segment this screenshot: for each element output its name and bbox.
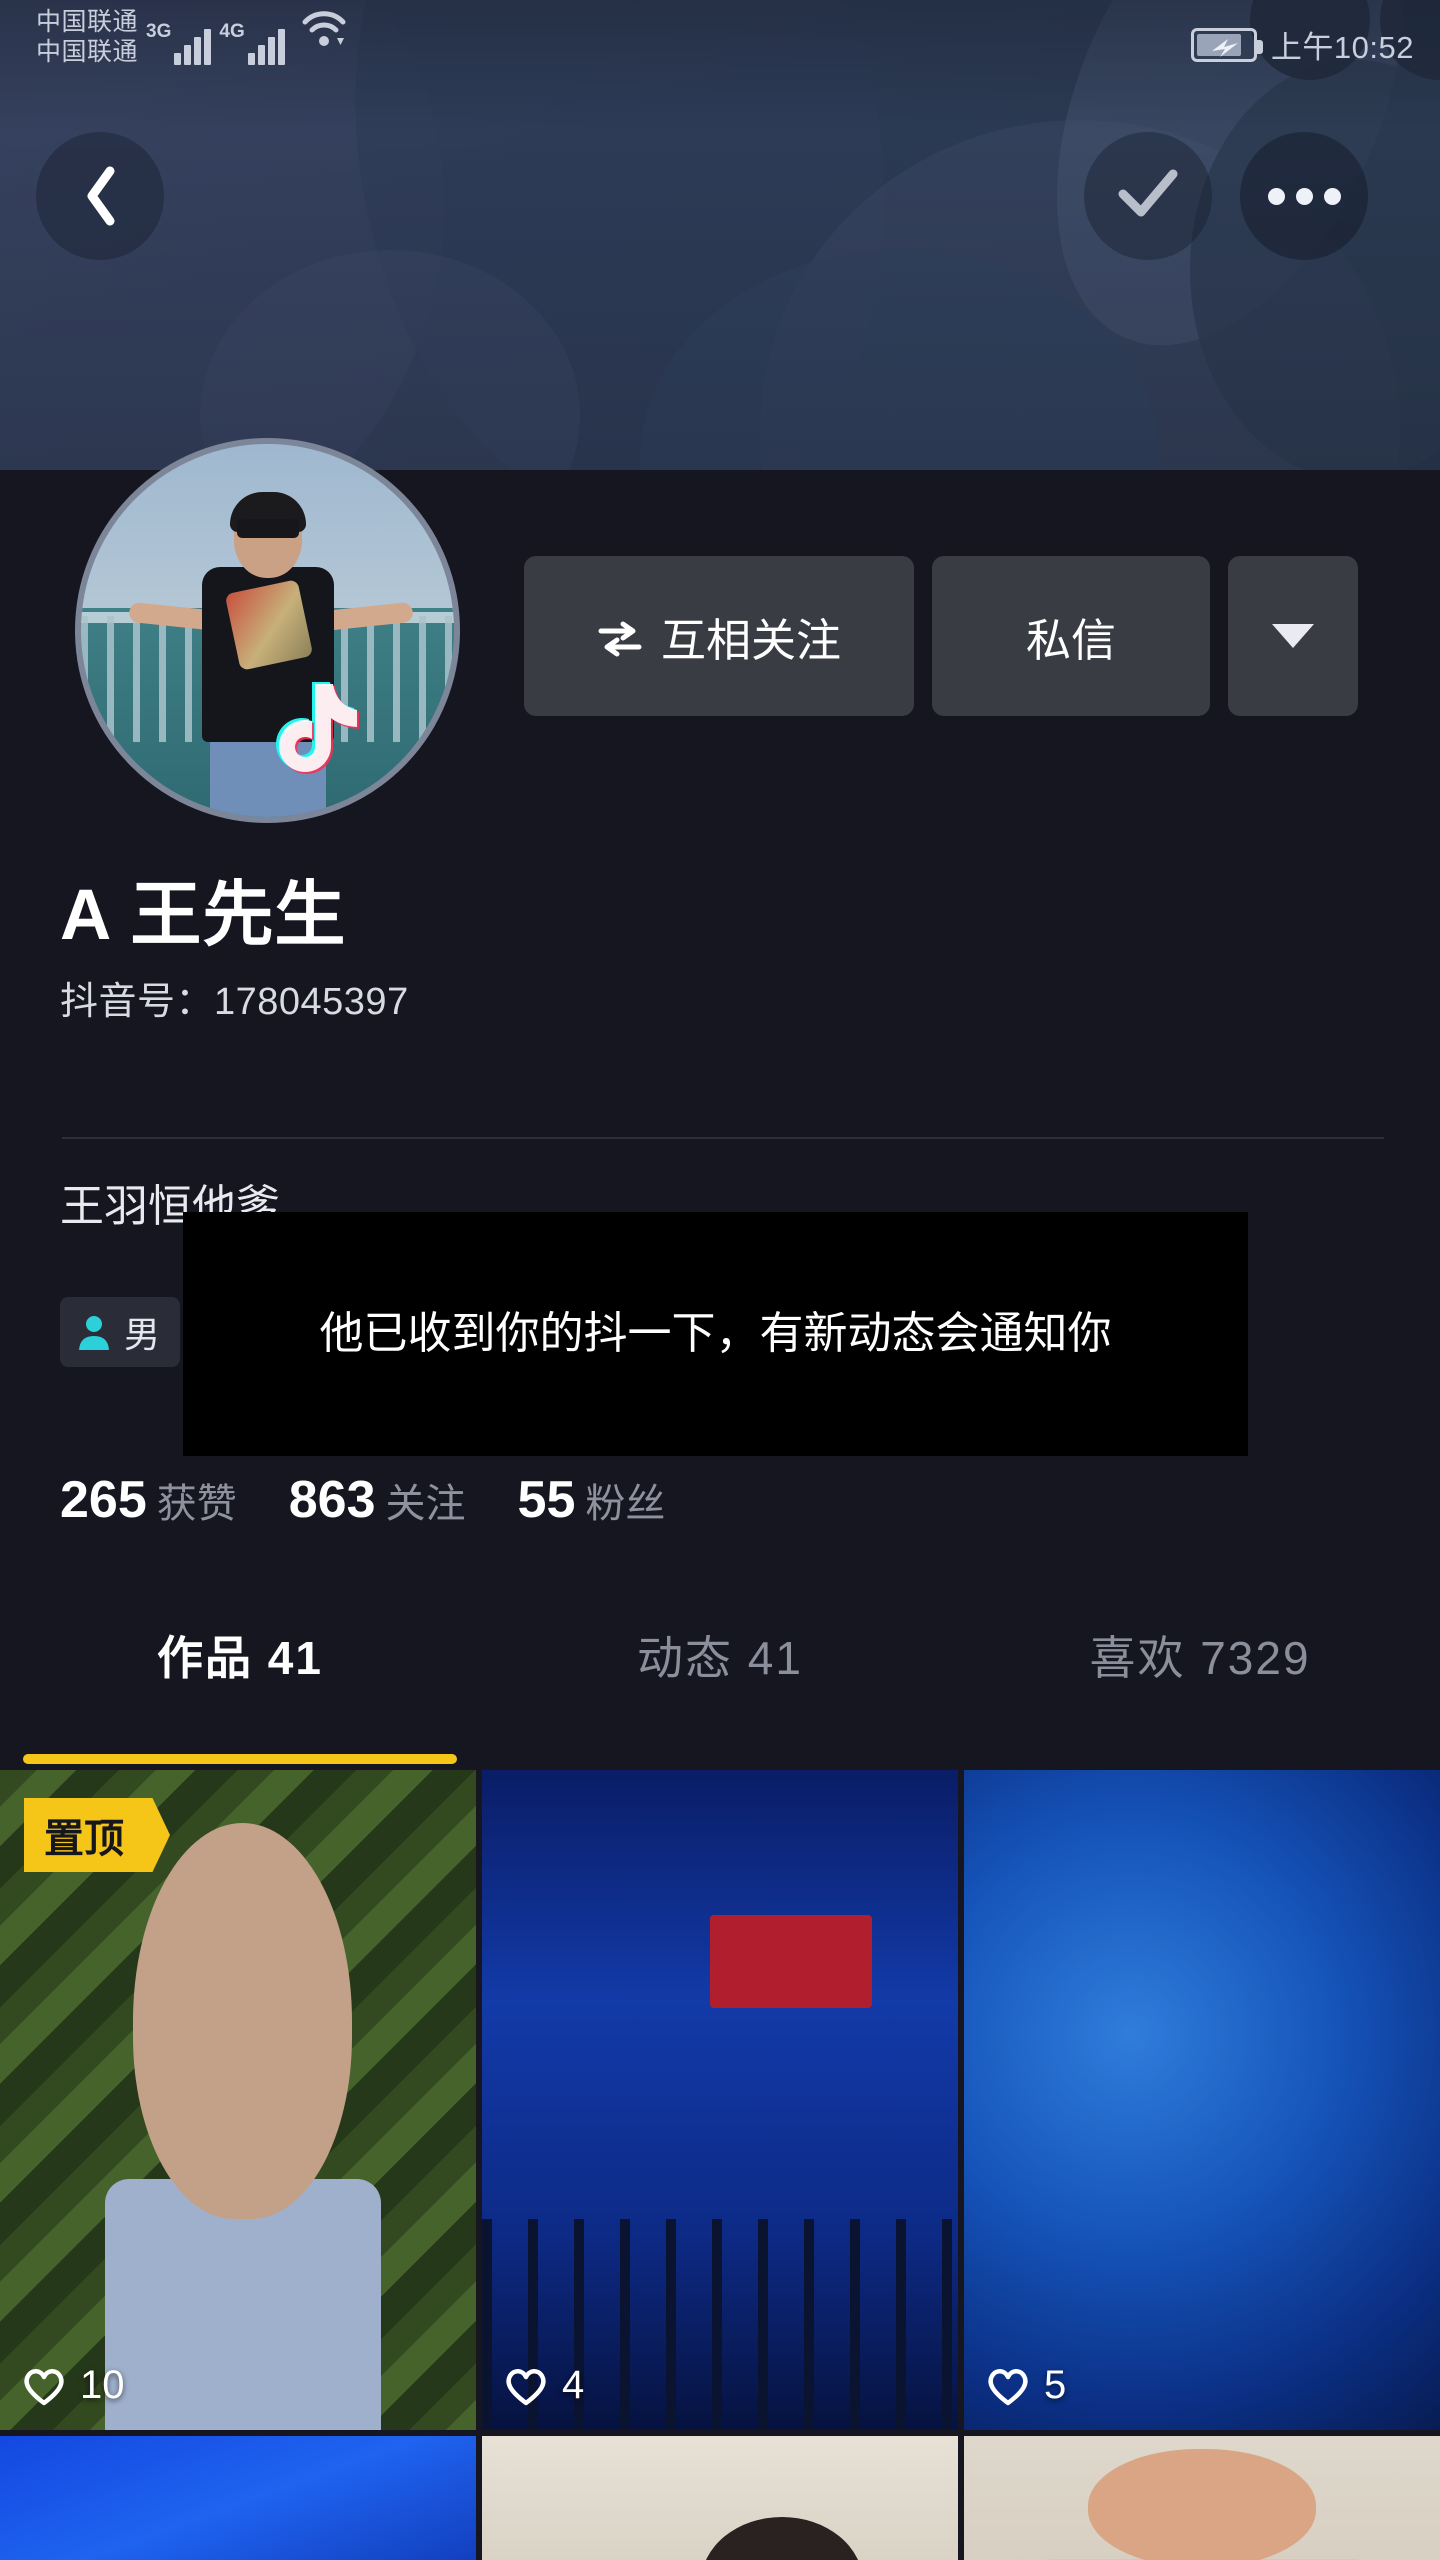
stat-followers-label: 粉丝: [585, 1482, 666, 1526]
more-actions-button[interactable]: [1228, 556, 1358, 716]
status-time: 上午10:52: [1270, 30, 1414, 65]
video-tile[interactable]: 5: [964, 1770, 1440, 2430]
heart-icon: [986, 2366, 1030, 2406]
toast-message: 他已收到你的抖一下，有新动态会通知你: [319, 1309, 1112, 1359]
tab-likes-label: 喜欢 7329: [1089, 1632, 1311, 1684]
toast-notification: 他已收到你的抖一下，有新动态会通知你: [183, 1212, 1248, 1456]
tab-dynamics-label: 动态 41: [637, 1632, 803, 1684]
wifi-icon: [301, 8, 347, 48]
stat-following[interactable]: 863 关注: [289, 1470, 466, 1530]
video-tile[interactable]: [482, 2436, 958, 2560]
top-nav-bar: [0, 110, 1440, 290]
signal-group-1: 3G: [146, 8, 212, 65]
more-dots-icon: [1267, 187, 1341, 205]
tab-active-indicator: [23, 1754, 457, 1764]
douyin-profile-screen: 中国联通 中国联通 3G 4G 上午10:52 互相关注 私信 A 王先生 抖音…: [0, 0, 1440, 2560]
page-title: A 王先生: [60, 876, 347, 955]
douyin-note-icon: [260, 666, 368, 774]
person-icon: [74, 1312, 114, 1352]
like-count: 5: [986, 2363, 1066, 2408]
tab-likes[interactable]: 喜欢 7329: [960, 1590, 1440, 1770]
like-count-value: 5: [1044, 2363, 1067, 2407]
stat-likes[interactable]: 265 获赞: [60, 1470, 237, 1530]
signal-group-2: 4G: [219, 8, 285, 65]
divider: [62, 1137, 1384, 1139]
tab-works-label: 作品 41: [157, 1632, 323, 1684]
mutual-follow-label: 互相关注: [660, 614, 841, 666]
profile-tabs: 作品 41 动态 41 喜欢 7329: [0, 1590, 1440, 1770]
profile-stats: 265 获赞 863 关注 55 粉丝: [60, 1470, 665, 1530]
tab-dynamics[interactable]: 动态 41: [480, 1590, 960, 1770]
message-label: 私信: [1025, 614, 1116, 666]
swap-arrows-icon: [597, 617, 643, 657]
back-button[interactable]: [36, 132, 164, 260]
signal-bars-1: [174, 27, 212, 65]
signal-bars-2: [247, 27, 285, 65]
stat-followers[interactable]: 55 粉丝: [518, 1470, 666, 1530]
check-icon: [1115, 166, 1181, 227]
pinned-badge: 置顶: [24, 1798, 170, 1872]
heart-icon: [22, 2366, 66, 2406]
stat-likes-label: 获赞: [156, 1482, 237, 1526]
message-button[interactable]: 私信: [932, 556, 1210, 716]
video-tile[interactable]: [0, 2436, 476, 2560]
network-type-2: 4G: [219, 21, 245, 42]
douyin-id[interactable]: 抖音号：178045397: [60, 970, 409, 1025]
mutual-follow-button[interactable]: 互相关注: [524, 556, 914, 716]
confirm-button[interactable]: [1084, 132, 1212, 260]
stat-following-value: 863: [288, 1471, 376, 1529]
profile-actions: 互相关注 私信: [524, 556, 1358, 716]
stat-likes-value: 265: [60, 1471, 147, 1529]
like-count: 4: [504, 2363, 584, 2408]
video-grid: 置顶 10 4 5: [0, 1770, 1440, 2560]
stat-followers-value: 55: [517, 1471, 576, 1529]
status-bar: 中国联通 中国联通 3G 4G 上午10:52: [0, 0, 1440, 92]
tab-works[interactable]: 作品 41: [0, 1590, 480, 1770]
avatar[interactable]: [75, 438, 460, 823]
more-options-button[interactable]: [1240, 132, 1368, 260]
like-count-value: 10: [80, 2363, 125, 2407]
stat-following-label: 关注: [385, 1482, 466, 1526]
video-tile[interactable]: 4: [482, 1770, 958, 2430]
chevron-left-icon: [83, 166, 117, 226]
like-count: 10: [22, 2363, 125, 2408]
network-type-1: 3G: [146, 21, 172, 42]
carrier-label-1: 中国联通: [36, 8, 139, 36]
heart-icon: [504, 2366, 548, 2406]
video-tile[interactable]: [964, 2436, 1440, 2560]
carrier-label-2: 中国联通: [36, 37, 139, 66]
battery-charging-icon: [1190, 27, 1263, 62]
video-tile[interactable]: 置顶 10: [0, 1770, 476, 2430]
gender-label: 男: [124, 1314, 161, 1355]
caret-down-icon: [1272, 624, 1314, 648]
status-badge: 男: [60, 1297, 181, 1367]
like-count-value: 4: [562, 2363, 585, 2407]
